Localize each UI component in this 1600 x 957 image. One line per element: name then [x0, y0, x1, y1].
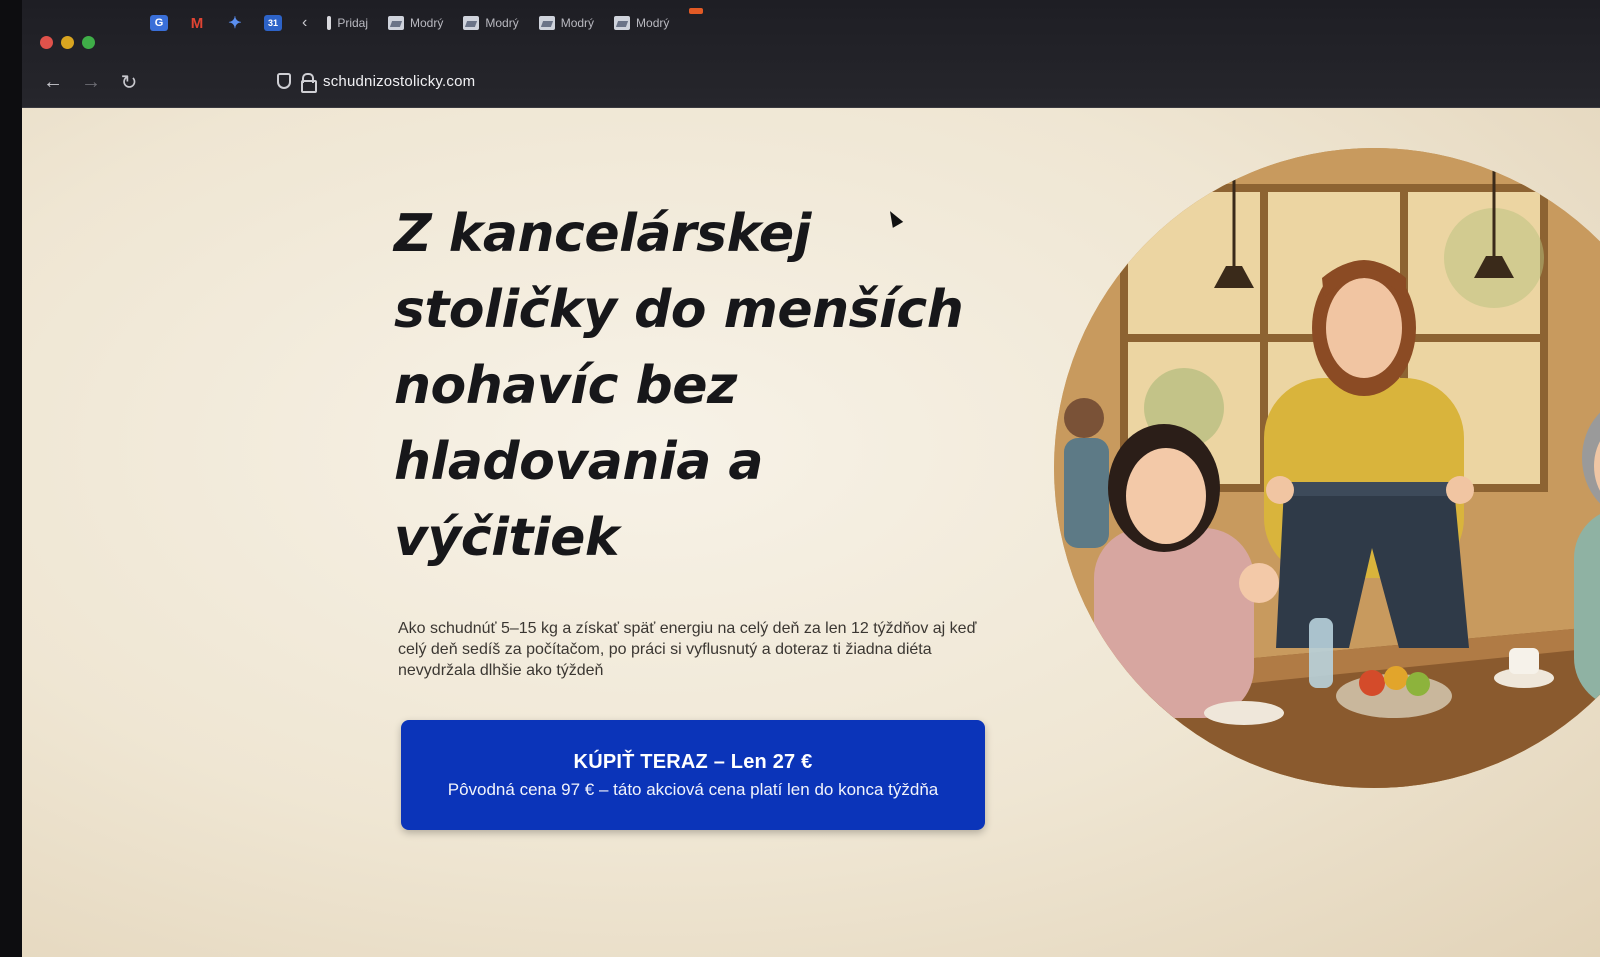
calendar-icon[interactable]: 31: [264, 15, 282, 31]
tab-favicon: [463, 16, 480, 30]
active-tab-indicator: [689, 8, 704, 14]
tab-modry-3[interactable]: Modrý: [538, 16, 595, 30]
tab-pridaj[interactable]: Pridaj: [327, 16, 368, 30]
tab-label: Modrý: [560, 16, 595, 30]
hero-subtext: Ako schudnúť 5–15 kg a získať späť energ…: [398, 620, 977, 679]
tab-label: Modrý: [410, 16, 444, 30]
reload-button[interactable]: ↻: [110, 70, 148, 95]
lock-icon[interactable]: [301, 73, 317, 93]
buy-now-subtitle: Pôvodná cena 97 € – táto akciová cena pl…: [447, 779, 939, 799]
tab-favicon: [538, 16, 555, 30]
browser-chrome: G M ✦ 31 ‹ Pridaj Modrý Modrý Modrý Modr…: [22, 0, 1600, 108]
tab-modry-2[interactable]: Modrý: [463, 16, 519, 30]
hero-headline: Z kancelárskej stoličky do menších nohav…: [394, 204, 964, 568]
navigation-bar: ← → ↻ schudnizostolicky.com: [22, 60, 1600, 104]
minimize-window-button[interactable]: [61, 36, 74, 49]
hero-illustration: [1054, 148, 1600, 788]
tab-label: Modrý: [485, 16, 519, 30]
buy-now-button[interactable]: KÚPIŤ TERAZ – Len 27 € Pôvodná cena 97 €…: [401, 720, 985, 830]
landing-page: Z kancelárskej stoličky do menších nohav…: [22, 108, 1600, 957]
tab-favicon: [388, 16, 405, 30]
tab-favicon: [614, 16, 631, 30]
tab-scroll-left-icon[interactable]: ‹: [302, 14, 307, 32]
forward-button[interactable]: →: [72, 71, 110, 94]
shield-icon[interactable]: [277, 73, 291, 89]
tab-label: Pridaj: [337, 16, 369, 30]
tab-modry-1[interactable]: Modrý: [388, 16, 443, 30]
window-controls: [40, 36, 95, 49]
back-button[interactable]: ←: [34, 71, 72, 94]
url-text[interactable]: schudnizostolicky.com: [323, 73, 475, 90]
tab-label: Modrý: [636, 16, 670, 30]
tab-modry-4[interactable]: Modrý: [614, 16, 669, 30]
address-bar[interactable]: schudnizostolicky.com: [277, 66, 1527, 96]
buy-now-title: KÚPIŤ TERAZ – Len 27 €: [573, 750, 813, 773]
gemini-star-icon[interactable]: ✦: [226, 15, 244, 32]
translate-icon[interactable]: G: [150, 15, 168, 31]
gmail-icon[interactable]: M: [188, 15, 206, 32]
maximize-window-button[interactable]: [82, 36, 95, 49]
tab-favicon: [327, 16, 332, 30]
close-window-button[interactable]: [40, 36, 53, 49]
hero-illustration-svg: [1054, 148, 1600, 788]
tab-strip: G M ✦ 31 ‹ Pridaj Modrý Modrý Modrý Modr…: [150, 8, 704, 38]
